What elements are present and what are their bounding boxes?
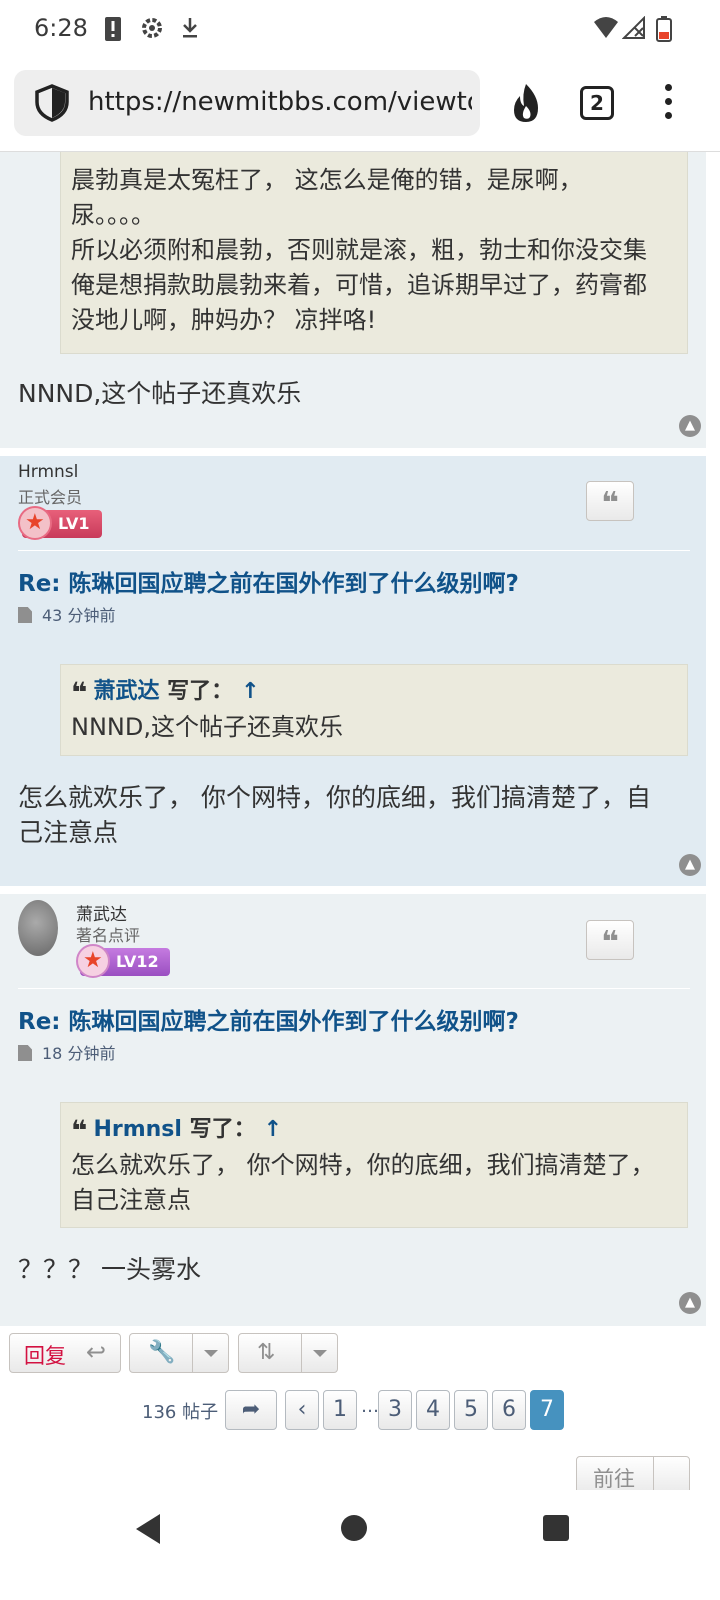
url-text[interactable]: https://newmitbbs.com/viewtopic bbox=[88, 87, 472, 117]
back-to-top-icon[interactable]: ▲ bbox=[679, 854, 701, 876]
reply-label: 回复 bbox=[24, 1344, 66, 1368]
divider bbox=[18, 550, 690, 551]
system-nav-bar bbox=[0, 1490, 720, 1600]
recent-apps-icon[interactable] bbox=[543, 1515, 569, 1541]
divider bbox=[18, 988, 690, 989]
page-link[interactable]: 5 bbox=[454, 1390, 488, 1430]
post-meta: 18 分钟前 bbox=[18, 1040, 115, 1064]
quote-line: 尿。。。。 bbox=[71, 201, 155, 229]
post-text: NNND,这个帖子还真欢乐 bbox=[18, 379, 302, 408]
fire-icon[interactable] bbox=[508, 82, 544, 126]
back-to-top-icon[interactable]: ▲ bbox=[679, 1292, 701, 1314]
username[interactable]: Hrmnsl bbox=[18, 462, 78, 482]
page-link[interactable]: 6 bbox=[492, 1390, 526, 1430]
star-icon bbox=[76, 944, 110, 978]
file-icon bbox=[18, 607, 32, 623]
settings-icon bbox=[142, 18, 162, 38]
menu-icon[interactable] bbox=[660, 84, 676, 124]
jump-label: 前往 bbox=[593, 1467, 635, 1491]
browser-toolbar: https://newmitbbs.com/viewtopic 2 bbox=[0, 58, 720, 152]
star-icon bbox=[18, 506, 52, 540]
quote-line: 自己注意点 bbox=[71, 1186, 191, 1214]
back-to-top-icon[interactable]: ▲ bbox=[679, 415, 701, 437]
pagination-ellipsis: … bbox=[361, 1396, 379, 1417]
jump-to-page-icon[interactable]: ➦ bbox=[225, 1390, 277, 1430]
quote-author[interactable]: Hrmnsl bbox=[93, 1117, 181, 1142]
post-text: 怎么就欢乐了， 你个网特，你的底细，我们搞清楚了，自 己注意点 bbox=[18, 783, 651, 847]
quote-header: ❝ Hrmnsl 写了： ↑ bbox=[71, 1113, 677, 1148]
post-title[interactable]: Re: 陈琳回国应聘之前在国外作到了什么级别啊? bbox=[18, 1002, 519, 1036]
sort-icon: ⇅ bbox=[257, 1340, 276, 1365]
post-title[interactable]: Re: 陈琳回国应聘之前在国外作到了什么级别啊? bbox=[18, 564, 519, 598]
post-time: 18 分钟前 bbox=[42, 1044, 116, 1063]
quote-line: 晨勃真是太冤枉了， 这怎么是俺的错，是尿啊， bbox=[71, 166, 583, 194]
reply-button[interactable]: 回复 ↩ bbox=[9, 1333, 121, 1373]
post: Hrmnsl 正式会员 LV1 ❝ Re: 陈琳回国应聘之前在国外作到了什么级别… bbox=[0, 456, 706, 886]
quote-icon: ❝ bbox=[71, 676, 88, 709]
quote-line: 俺是想捐款助晨勃来着，可惜，追诉期早过了，药膏都 bbox=[71, 271, 647, 299]
quote-block: 晨勃真是太冤枉了， 这怎么是俺的错，是尿啊， 尿。。。。 所以必须附和晨勃，否则… bbox=[60, 152, 688, 354]
wrench-icon: 🔧 bbox=[148, 1340, 176, 1365]
post-time: 43 分钟前 bbox=[42, 606, 116, 625]
battery-icon bbox=[656, 16, 672, 42]
page-link-active[interactable]: 7 bbox=[530, 1390, 564, 1430]
user-rank: 著名点评 bbox=[76, 926, 141, 945]
back-icon[interactable] bbox=[136, 1514, 160, 1544]
quote-wrote: 写了： bbox=[189, 1117, 256, 1142]
address-bar[interactable]: https://newmitbbs.com/viewtopic bbox=[14, 70, 480, 136]
file-icon bbox=[18, 1045, 32, 1061]
status-time: 6:28 bbox=[34, 14, 88, 42]
home-icon[interactable] bbox=[341, 1515, 367, 1541]
quote-line: 所以必须附和晨勃，否则就是滚，粗，勃士和你没交集 bbox=[71, 236, 647, 264]
post-meta: 43 分钟前 bbox=[18, 602, 115, 626]
quote-line: 没地儿啊，肿妈办？ 凉拌咯! bbox=[71, 306, 377, 334]
post-count: 136 帖子 bbox=[142, 1402, 219, 1423]
page-link[interactable]: 3 bbox=[378, 1390, 412, 1430]
level-badge: LV12 bbox=[76, 944, 170, 978]
quote-block: ❝ 萧武达 写了： ↑ NNND,这个帖子还真欢乐 bbox=[60, 664, 688, 756]
quote-button[interactable]: ❝ bbox=[586, 481, 634, 521]
jump-arrow-icon[interactable]: ↑ bbox=[264, 1117, 282, 1142]
sort-dropdown-button[interactable]: ⇅ bbox=[238, 1333, 338, 1373]
quote-line: NNND,这个帖子还真欢乐 bbox=[71, 713, 343, 741]
quote-line: 怎么就欢乐了， 你个网特，你的底细，我们搞清楚了， bbox=[71, 1151, 655, 1179]
quote-wrote: 写了： bbox=[167, 679, 234, 704]
quote-header: ❝ 萧武达 写了： ↑ bbox=[71, 675, 677, 710]
quote-author[interactable]: 萧武达 bbox=[93, 679, 159, 704]
post-text: ？？？ 一头雾水 bbox=[18, 1255, 201, 1284]
page-link[interactable]: 4 bbox=[416, 1390, 450, 1430]
wifi-icon bbox=[594, 17, 618, 38]
page-link[interactable]: 1 bbox=[323, 1390, 357, 1430]
reply-arrow-icon: ↩ bbox=[86, 1338, 107, 1366]
chevron-down-icon bbox=[301, 1334, 337, 1372]
user-rank: 正式会员 bbox=[18, 488, 83, 507]
topic-content: 晨勃真是太冤枉了， 这怎么是俺的错，是尿啊， 尿。。。。 所以必须附和晨勃，否则… bbox=[0, 152, 720, 1490]
tools-dropdown-button[interactable]: 🔧 bbox=[129, 1333, 229, 1373]
post: 晨勃真是太冤枉了， 这怎么是俺的错，是尿啊， 尿。。。。 所以必须附和晨勃，否则… bbox=[0, 152, 706, 448]
avatar[interactable] bbox=[18, 900, 58, 956]
previous-page-button[interactable]: ‹ bbox=[285, 1390, 319, 1430]
status-bar: 6:28 bbox=[0, 0, 720, 58]
chevron-down-icon bbox=[192, 1334, 228, 1372]
signal-icon bbox=[622, 16, 645, 39]
alert-icon bbox=[105, 17, 121, 41]
download-icon bbox=[183, 18, 197, 38]
post: 萧武达 著名点评 LV12 ❝ Re: 陈琳回国应聘之前在国外作到了什么级别啊?… bbox=[0, 894, 706, 1326]
tab-switcher-button[interactable]: 2 bbox=[580, 86, 614, 120]
quote-button[interactable]: ❝ bbox=[586, 920, 634, 960]
quote-block: ❝ Hrmnsl 写了： ↑ 怎么就欢乐了， 你个网特，你的底细，我们搞清楚了， 自… bbox=[60, 1102, 688, 1228]
action-bar: 回复 ↩ 🔧 ⇅ 136 帖子 ➦ ‹ 1 … 3 4 5 6 7 前往 bbox=[0, 1330, 720, 1496]
level-badge: LV1 bbox=[18, 506, 102, 540]
jump-arrow-icon[interactable]: ↑ bbox=[241, 679, 259, 704]
shield-icon[interactable] bbox=[34, 84, 70, 122]
quote-icon: ❝ bbox=[71, 1114, 88, 1147]
